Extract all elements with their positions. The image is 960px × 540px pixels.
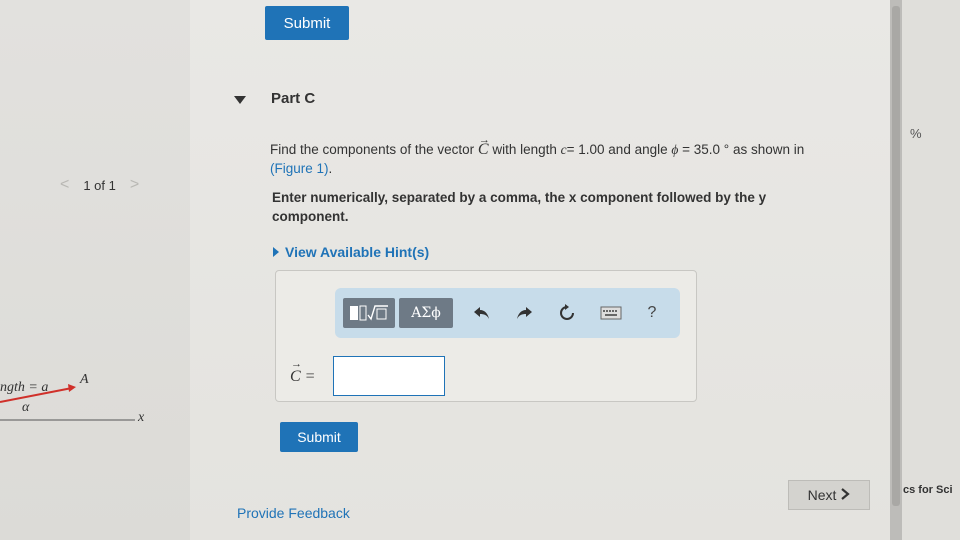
length-value: = 1.00 and angle [566, 142, 668, 157]
pager: < 1 of 1 > [60, 176, 139, 194]
right-footer-text: cs for Sci [903, 484, 953, 496]
hints-label: View Available Hint(s) [285, 244, 430, 260]
angle-value: = 35.0 ° [682, 142, 730, 157]
question-period: . [328, 161, 333, 176]
scrollbar-thumb[interactable] [892, 6, 900, 506]
right-panel [902, 0, 960, 540]
percent-label: % [910, 126, 922, 141]
submit-button[interactable]: Submit [280, 422, 358, 452]
help-button[interactable]: ? [641, 302, 663, 324]
question-suffix: as shown in [732, 142, 805, 157]
question-text: Find the components of the vector C with… [270, 140, 880, 178]
prev-page-icon[interactable]: < [60, 176, 69, 194]
vector-arrow-icon: → [291, 358, 302, 370]
answer-label: → C = [290, 358, 316, 386]
next-label: Next [807, 487, 837, 503]
view-hints-link[interactable]: View Available Hint(s) [273, 244, 429, 260]
symbols-button[interactable]: ΑΣϕ [399, 298, 453, 328]
provide-feedback-link[interactable]: Provide Feedback [237, 505, 350, 521]
question-prefix: Find the components of the vector [270, 142, 475, 157]
left-panel [0, 0, 190, 540]
figure-angle-label: α [22, 400, 30, 415]
page-indicator: 1 of 1 [83, 177, 116, 193]
submit-button-top[interactable]: Submit [265, 6, 349, 40]
templates-icon[interactable] [343, 298, 395, 328]
chevron-right-icon [840, 487, 851, 503]
templates-glyph [350, 305, 388, 321]
angle-variable: ϕ [671, 142, 679, 157]
answer-input[interactable] [333, 356, 445, 396]
next-page-icon[interactable]: > [130, 176, 139, 194]
question-mid: with length [492, 142, 557, 157]
figure-axis-label: x [138, 410, 145, 425]
keyboard-icon[interactable] [600, 302, 622, 324]
answer-label-text: C = [290, 368, 316, 385]
figure-link[interactable]: (Figure 1) [270, 161, 329, 176]
reset-icon[interactable] [556, 302, 578, 324]
part-title: Part C [271, 90, 316, 107]
math-toolbar: ΑΣϕ ? [335, 288, 680, 338]
instructions: Enter numerically, separated by a comma,… [272, 190, 767, 224]
expand-triangle-icon [273, 247, 279, 257]
redo-icon[interactable] [513, 302, 535, 324]
next-button[interactable]: Next [788, 480, 870, 510]
figure-vector-label: A [80, 372, 89, 387]
undo-icon[interactable] [471, 302, 493, 324]
collapse-arrow-icon[interactable] [234, 96, 246, 104]
scrollbar[interactable] [890, 0, 902, 540]
figure-fragment: ngth = a A α x [0, 370, 190, 440]
vector-symbol: C [478, 141, 489, 158]
